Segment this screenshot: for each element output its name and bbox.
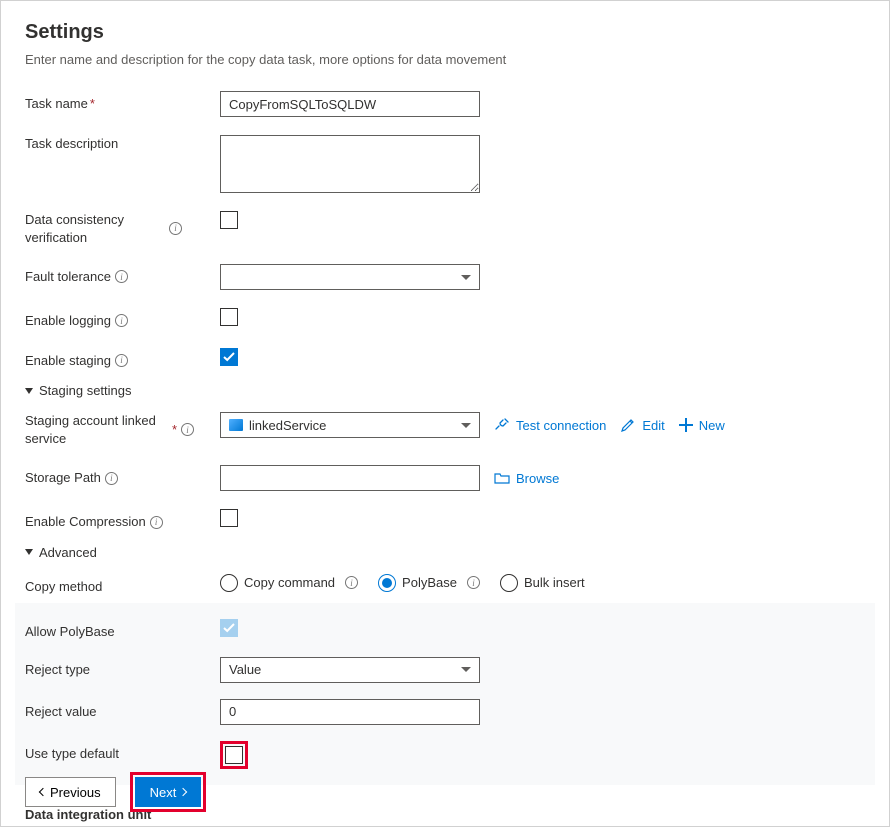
info-icon[interactable]: i — [115, 270, 128, 283]
bulk-insert-radio[interactable]: Bulk insert — [500, 574, 585, 592]
allow-polybase-label: Allow PolyBase — [25, 619, 220, 641]
use-type-default-checkbox[interactable] — [225, 746, 243, 764]
chevron-down-icon — [461, 275, 471, 280]
plug-icon — [494, 417, 510, 433]
storage-path-label: Storage Path i — [25, 465, 220, 487]
info-icon[interactable]: i — [115, 354, 128, 367]
highlight-annotation: Next — [130, 772, 207, 812]
staging-linked-label: Staging account linked service * i — [25, 412, 220, 447]
info-icon[interactable]: i — [467, 576, 480, 589]
highlight-annotation — [220, 741, 248, 769]
check-icon — [223, 622, 235, 634]
edit-button[interactable]: Edit — [620, 417, 664, 433]
use-type-default-label: Use type default — [25, 741, 220, 763]
staging-linked-select[interactable]: linkedService — [220, 412, 480, 438]
staging-settings-toggle[interactable]: Staging settings — [25, 383, 865, 398]
reject-value-label: Reject value — [25, 699, 220, 721]
advanced-toggle[interactable]: Advanced — [25, 545, 865, 560]
data-consistency-label: Data consistency verification i — [25, 211, 220, 246]
chevron-down-icon — [461, 423, 471, 428]
page-subtitle: Enter name and description for the copy … — [25, 52, 865, 67]
enable-compression-checkbox[interactable] — [220, 509, 238, 527]
folder-icon — [494, 470, 510, 486]
settings-panel: Settings Enter name and description for … — [0, 0, 890, 827]
page-title: Settings — [25, 21, 865, 44]
new-button[interactable]: New — [679, 418, 725, 433]
plus-icon — [679, 418, 693, 432]
reject-type-label: Reject type — [25, 657, 220, 679]
storage-path-input[interactable] — [220, 465, 480, 491]
copy-method-label: Copy method — [25, 574, 220, 596]
caret-down-icon — [25, 549, 33, 555]
task-desc-input[interactable] — [220, 135, 480, 193]
allow-polybase-checkbox[interactable] — [220, 619, 238, 637]
chevron-left-icon — [39, 788, 47, 796]
info-icon[interactable]: i — [115, 314, 128, 327]
task-name-input[interactable] — [220, 91, 480, 117]
service-icon — [229, 419, 243, 431]
enable-staging-label: Enable staging i — [25, 348, 220, 370]
enable-logging-label: Enable logging i — [25, 308, 220, 330]
info-icon[interactable]: i — [169, 222, 182, 235]
reject-type-select[interactable]: Value — [220, 657, 480, 683]
data-consistency-checkbox[interactable] — [220, 211, 238, 229]
info-icon[interactable]: i — [105, 472, 118, 485]
info-icon[interactable]: i — [150, 516, 163, 529]
browse-button[interactable]: Browse — [494, 470, 559, 486]
info-icon[interactable]: i — [345, 576, 358, 589]
previous-button[interactable]: Previous — [25, 777, 116, 807]
chevron-down-icon — [461, 667, 471, 672]
polybase-sub-panel: Allow PolyBase Reject type Value Reject — [15, 603, 875, 785]
task-desc-label: Task description — [25, 135, 220, 153]
fault-tolerance-select[interactable] — [220, 264, 480, 290]
fault-tolerance-label: Fault tolerance i — [25, 264, 220, 286]
check-icon — [223, 351, 235, 363]
polybase-radio[interactable]: PolyBase i — [378, 574, 480, 592]
task-name-label: Task name* — [25, 91, 220, 113]
test-connection-button[interactable]: Test connection — [494, 417, 606, 433]
enable-compression-label: Enable Compression i — [25, 509, 220, 531]
wizard-footer: Previous Next — [25, 772, 865, 812]
pencil-icon — [620, 417, 636, 433]
reject-value-input[interactable] — [220, 699, 480, 725]
next-button[interactable]: Next — [135, 777, 202, 807]
enable-staging-checkbox[interactable] — [220, 348, 238, 366]
copy-command-radio[interactable]: Copy command i — [220, 574, 358, 592]
chevron-right-icon — [179, 788, 187, 796]
caret-down-icon — [25, 388, 33, 394]
enable-logging-checkbox[interactable] — [220, 308, 238, 326]
info-icon[interactable]: i — [181, 423, 194, 436]
